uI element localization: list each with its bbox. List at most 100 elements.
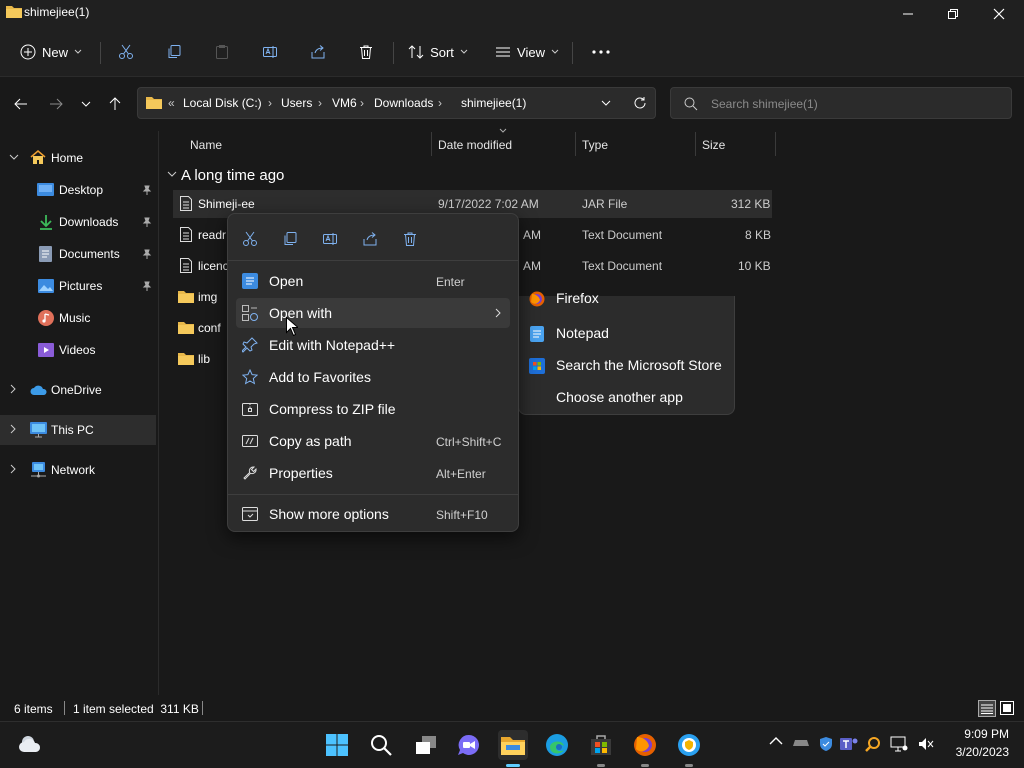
sidebar-item-onedrive[interactable]: OneDrive xyxy=(0,375,156,405)
context-item-compress-zip[interactable]: Compress to ZIP file xyxy=(236,394,510,424)
context-item-open-with[interactable]: Open with xyxy=(236,298,510,328)
sidebar-item-home[interactable]: Home xyxy=(0,143,156,173)
weather-widget[interactable] xyxy=(16,728,46,758)
chevron-right-icon[interactable] xyxy=(10,384,16,394)
paste-button[interactable] xyxy=(204,38,240,66)
breadcrumb-users[interactable]: Users xyxy=(281,96,312,110)
context-rename-button[interactable] xyxy=(316,226,344,252)
chat-button[interactable] xyxy=(454,730,484,760)
search-tray-icon[interactable] xyxy=(865,736,881,752)
context-item-show-more-options[interactable]: Show more options Shift+F10 xyxy=(236,499,510,529)
search-input[interactable] xyxy=(709,94,1003,114)
chevron-right-icon[interactable] xyxy=(10,464,16,474)
group-header[interactable]: A long time ago xyxy=(181,167,284,184)
taskbar-app-shield[interactable] xyxy=(674,730,704,760)
sidebar-item-desktop[interactable]: Desktop xyxy=(0,175,156,205)
context-item-open[interactable]: Open Enter xyxy=(236,266,510,296)
copy-button[interactable] xyxy=(156,38,192,66)
chat-icon xyxy=(457,734,481,756)
sidebar-item-documents[interactable]: Documents xyxy=(0,239,156,269)
tray-overflow-chevron-icon[interactable] xyxy=(769,736,783,746)
clock-date[interactable]: 3/20/2023 xyxy=(945,745,1009,759)
status-selection: 1 item selected 311 KB xyxy=(73,702,199,716)
teams-tray-icon[interactable] xyxy=(840,736,858,752)
column-header-type[interactable]: Type xyxy=(582,138,608,152)
breadcrumb-current[interactable]: shimejiee(1) xyxy=(461,96,526,110)
details-view-button[interactable] xyxy=(978,700,996,717)
taskbar-search-button[interactable] xyxy=(366,730,396,760)
folder-icon xyxy=(6,4,22,18)
context-share-button[interactable] xyxy=(356,226,384,252)
submenu-item-firefox[interactable]: Firefox xyxy=(519,290,734,323)
chevron-down-icon[interactable] xyxy=(9,154,19,160)
display-icon[interactable] xyxy=(890,736,908,752)
column-header-date[interactable]: Date modified xyxy=(438,138,512,152)
breadcrumb-separator-icon[interactable]: › xyxy=(360,96,364,110)
rename-button[interactable] xyxy=(252,38,288,66)
share-button[interactable] xyxy=(300,38,336,66)
network-drive-icon[interactable] xyxy=(792,736,810,750)
file-explorer-icon xyxy=(501,735,525,755)
forward-button[interactable] xyxy=(43,91,69,117)
breadcrumb-separator-icon[interactable]: › xyxy=(268,96,272,110)
context-item-edit-notepadpp[interactable]: Edit with Notepad++ xyxy=(236,330,510,360)
computer-icon xyxy=(30,422,47,438)
breadcrumb-vm6[interactable]: VM6 xyxy=(332,96,357,110)
security-shield-icon[interactable] xyxy=(818,736,834,752)
context-item-properties[interactable]: Properties Alt+Enter xyxy=(236,458,510,488)
overflow-chevron-icon[interactable]: « xyxy=(168,96,175,110)
sidebar-item-videos[interactable]: Videos xyxy=(0,335,156,365)
sidebar-item-this-pc[interactable]: This PC xyxy=(0,415,156,445)
submenu-item-microsoft-store[interactable]: Search the Microsoft Store xyxy=(519,357,734,390)
context-item-add-favorites[interactable]: Add to Favorites xyxy=(236,362,510,392)
recent-locations-button[interactable] xyxy=(73,91,99,117)
trash-icon xyxy=(402,231,418,247)
column-header-name[interactable]: Name xyxy=(190,138,222,152)
close-button[interactable] xyxy=(976,0,1022,28)
more-options-button[interactable] xyxy=(583,38,619,66)
taskbar-file-explorer[interactable] xyxy=(498,730,528,760)
new-button[interactable]: New xyxy=(14,38,88,66)
taskbar-edge[interactable] xyxy=(542,730,572,760)
document-icon xyxy=(39,246,52,262)
minimize-button[interactable] xyxy=(885,0,931,28)
sidebar-item-network[interactable]: Network xyxy=(0,455,156,485)
context-cut-button[interactable] xyxy=(236,226,264,252)
breadcrumb-separator-icon[interactable]: › xyxy=(438,96,442,110)
breadcrumb-local-disk[interactable]: Local Disk (C:) xyxy=(183,96,262,110)
back-button[interactable] xyxy=(8,91,34,117)
up-button[interactable] xyxy=(102,91,128,117)
sort-button[interactable]: Sort xyxy=(404,38,472,66)
sidebar-item-pictures[interactable]: Pictures xyxy=(0,271,156,301)
sidebar-item-downloads[interactable]: Downloads xyxy=(0,207,156,237)
context-delete-button[interactable] xyxy=(396,226,424,252)
submenu-item-choose-another-app[interactable]: Choose another app xyxy=(519,389,734,422)
column-header-size[interactable]: Size xyxy=(702,138,725,152)
breadcrumb-separator-icon[interactable]: › xyxy=(318,96,322,110)
chevron-down-icon[interactable] xyxy=(601,100,611,106)
chevron-right-icon[interactable] xyxy=(10,424,16,434)
start-button[interactable] xyxy=(322,730,352,760)
cut-button[interactable] xyxy=(108,38,144,66)
taskbar-firefox[interactable] xyxy=(630,730,660,760)
submenu-item-notepad[interactable]: Notepad xyxy=(519,325,734,358)
volume-muted-icon[interactable] xyxy=(918,736,934,752)
address-bar[interactable]: « Local Disk (C:) › Users › VM6 › Downlo… xyxy=(137,87,656,119)
search-box xyxy=(670,87,1012,119)
breadcrumb-downloads[interactable]: Downloads xyxy=(374,96,433,110)
context-copy-button[interactable] xyxy=(276,226,304,252)
search-icon xyxy=(684,97,698,111)
sidebar-item-music[interactable]: Music xyxy=(0,303,156,333)
refresh-icon[interactable] xyxy=(633,96,647,110)
clock-time[interactable]: 9:09 PM xyxy=(945,727,1009,741)
delete-button[interactable] xyxy=(348,38,384,66)
view-button[interactable]: View xyxy=(492,38,562,66)
taskbar-store[interactable] xyxy=(586,730,616,760)
ellipsis-icon xyxy=(592,50,610,54)
arrow-up-icon xyxy=(108,97,122,111)
tiles-view-button[interactable] xyxy=(1000,701,1014,715)
task-view-button[interactable] xyxy=(411,730,441,760)
context-item-copy-path[interactable]: Copy as path Ctrl+Shift+C xyxy=(236,426,510,456)
chevron-down-icon[interactable] xyxy=(167,171,177,177)
restore-button[interactable] xyxy=(930,0,976,28)
